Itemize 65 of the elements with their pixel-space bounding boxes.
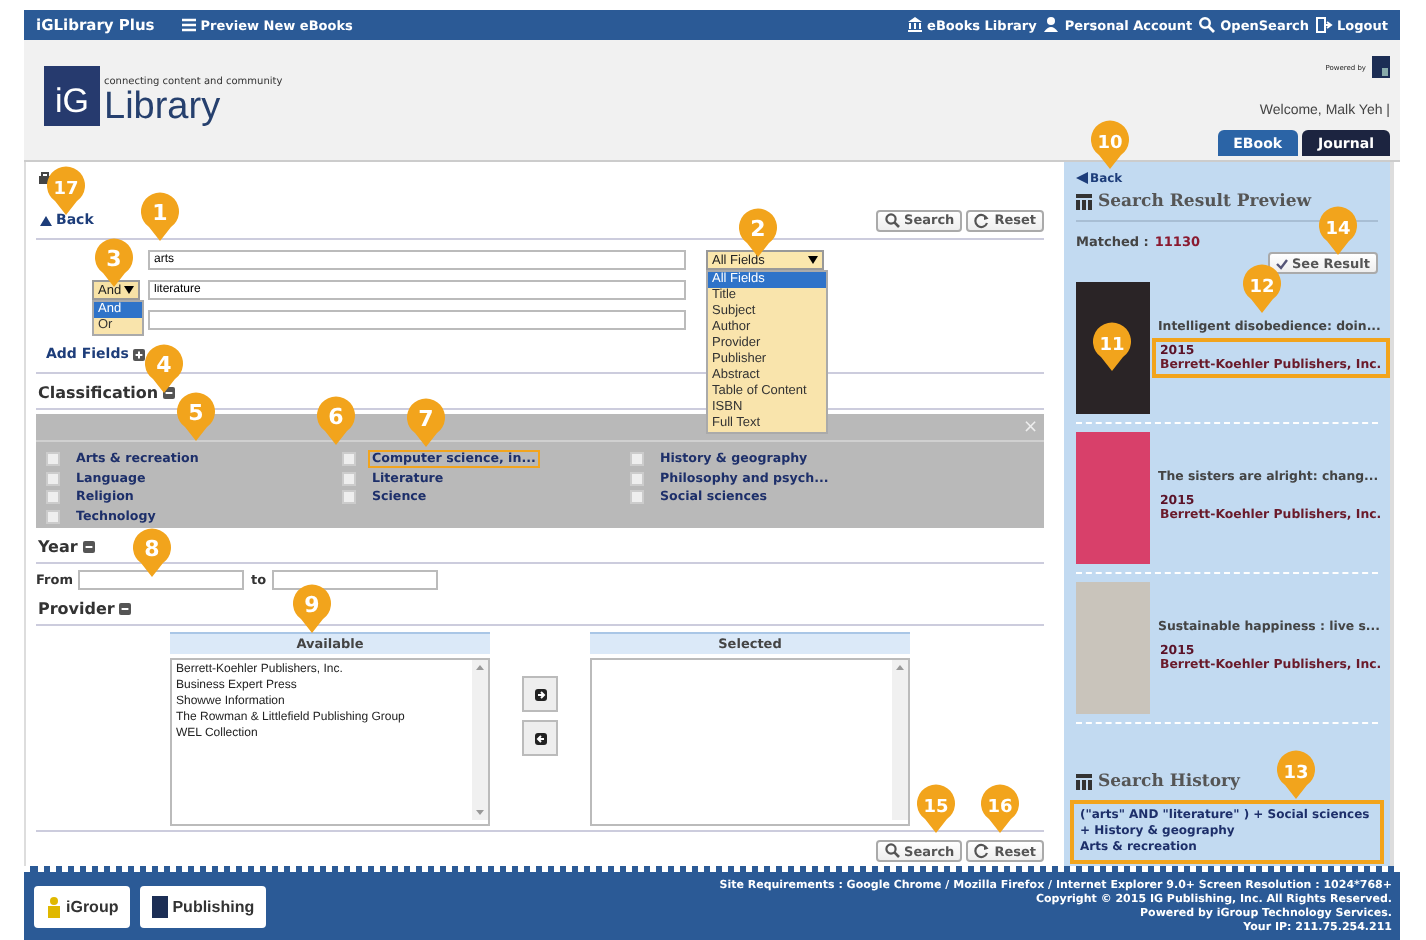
person-icon <box>1042 16 1061 34</box>
logout-icon <box>1315 16 1334 34</box>
year-to-field[interactable] <box>272 570 439 590</box>
callout-marker: 9 <box>292 584 332 634</box>
list-icon <box>182 18 197 32</box>
back-arrow-icon <box>1076 172 1088 184</box>
checkbox[interactable] <box>342 490 356 505</box>
callout-marker: 12 <box>1242 264 1282 314</box>
logo-icon <box>1372 56 1390 78</box>
checkbox[interactable] <box>342 452 356 467</box>
book-cover-placeholder[interactable] <box>1076 582 1150 714</box>
checkbox[interactable] <box>46 490 60 505</box>
plus-icon <box>132 347 147 361</box>
check-icon <box>1275 257 1288 269</box>
up-triangle-icon <box>40 215 52 225</box>
logo-text: Library <box>104 88 223 126</box>
panel-title: Search Result Preview <box>1098 192 1312 212</box>
partner-logo[interactable]: iGroup <box>34 886 131 928</box>
figure-icon <box>46 896 62 918</box>
move-right-button[interactable] <box>522 676 558 712</box>
checkbox[interactable] <box>630 490 644 505</box>
checkbox[interactable] <box>46 509 60 524</box>
search-input-field[interactable] <box>148 310 686 330</box>
collapse-icon <box>118 601 133 615</box>
section-heading: Classification <box>38 383 159 401</box>
checkbox[interactable] <box>630 452 644 467</box>
refresh-icon <box>974 211 991 229</box>
search-icon <box>1198 16 1217 34</box>
panel-title: Search History <box>1098 772 1240 792</box>
bar-chart-icon <box>1076 774 1092 790</box>
callout-marker: 14 <box>1318 206 1358 256</box>
collapse-icon <box>81 539 96 553</box>
partner-logo[interactable]: Publishing <box>140 886 267 928</box>
checkbox[interactable] <box>630 471 644 486</box>
callout-marker: 13 <box>1276 750 1316 800</box>
callout-marker: 7 <box>406 398 446 448</box>
bar-chart-icon <box>1076 194 1092 210</box>
callout-marker: 10 <box>1090 120 1130 170</box>
logo-mark: iG <box>44 66 100 126</box>
callout-marker: 16 <box>980 784 1020 834</box>
callout-marker: 11 <box>1092 322 1132 372</box>
callout-marker: 1 <box>140 192 180 242</box>
year-from-field[interactable] <box>78 570 245 590</box>
selected-list[interactable] <box>590 658 910 826</box>
dropdown-arrow-icon <box>124 286 134 294</box>
callout-marker: 17 <box>46 166 86 216</box>
move-left-button[interactable] <box>522 720 558 756</box>
checkbox[interactable] <box>342 471 356 486</box>
bank-icon <box>905 16 924 34</box>
callout-marker: 6 <box>316 396 356 446</box>
callout-marker: 5 <box>176 392 216 442</box>
book-cover-placeholder[interactable] <box>1076 432 1150 564</box>
dropdown-arrow-icon <box>808 256 818 264</box>
section-heading: Year <box>38 537 78 555</box>
book-icon <box>152 896 169 918</box>
search-icon <box>884 211 901 229</box>
callout-marker: 15 <box>916 784 956 834</box>
checkbox[interactable] <box>46 452 60 467</box>
search-icon <box>884 842 901 860</box>
callout-marker: 8 <box>132 528 172 578</box>
refresh-icon <box>974 842 991 860</box>
arrow-left-icon <box>533 731 547 745</box>
checkbox[interactable] <box>46 471 60 486</box>
arrow-right-icon <box>533 687 547 701</box>
section-heading: Provider <box>38 599 115 617</box>
